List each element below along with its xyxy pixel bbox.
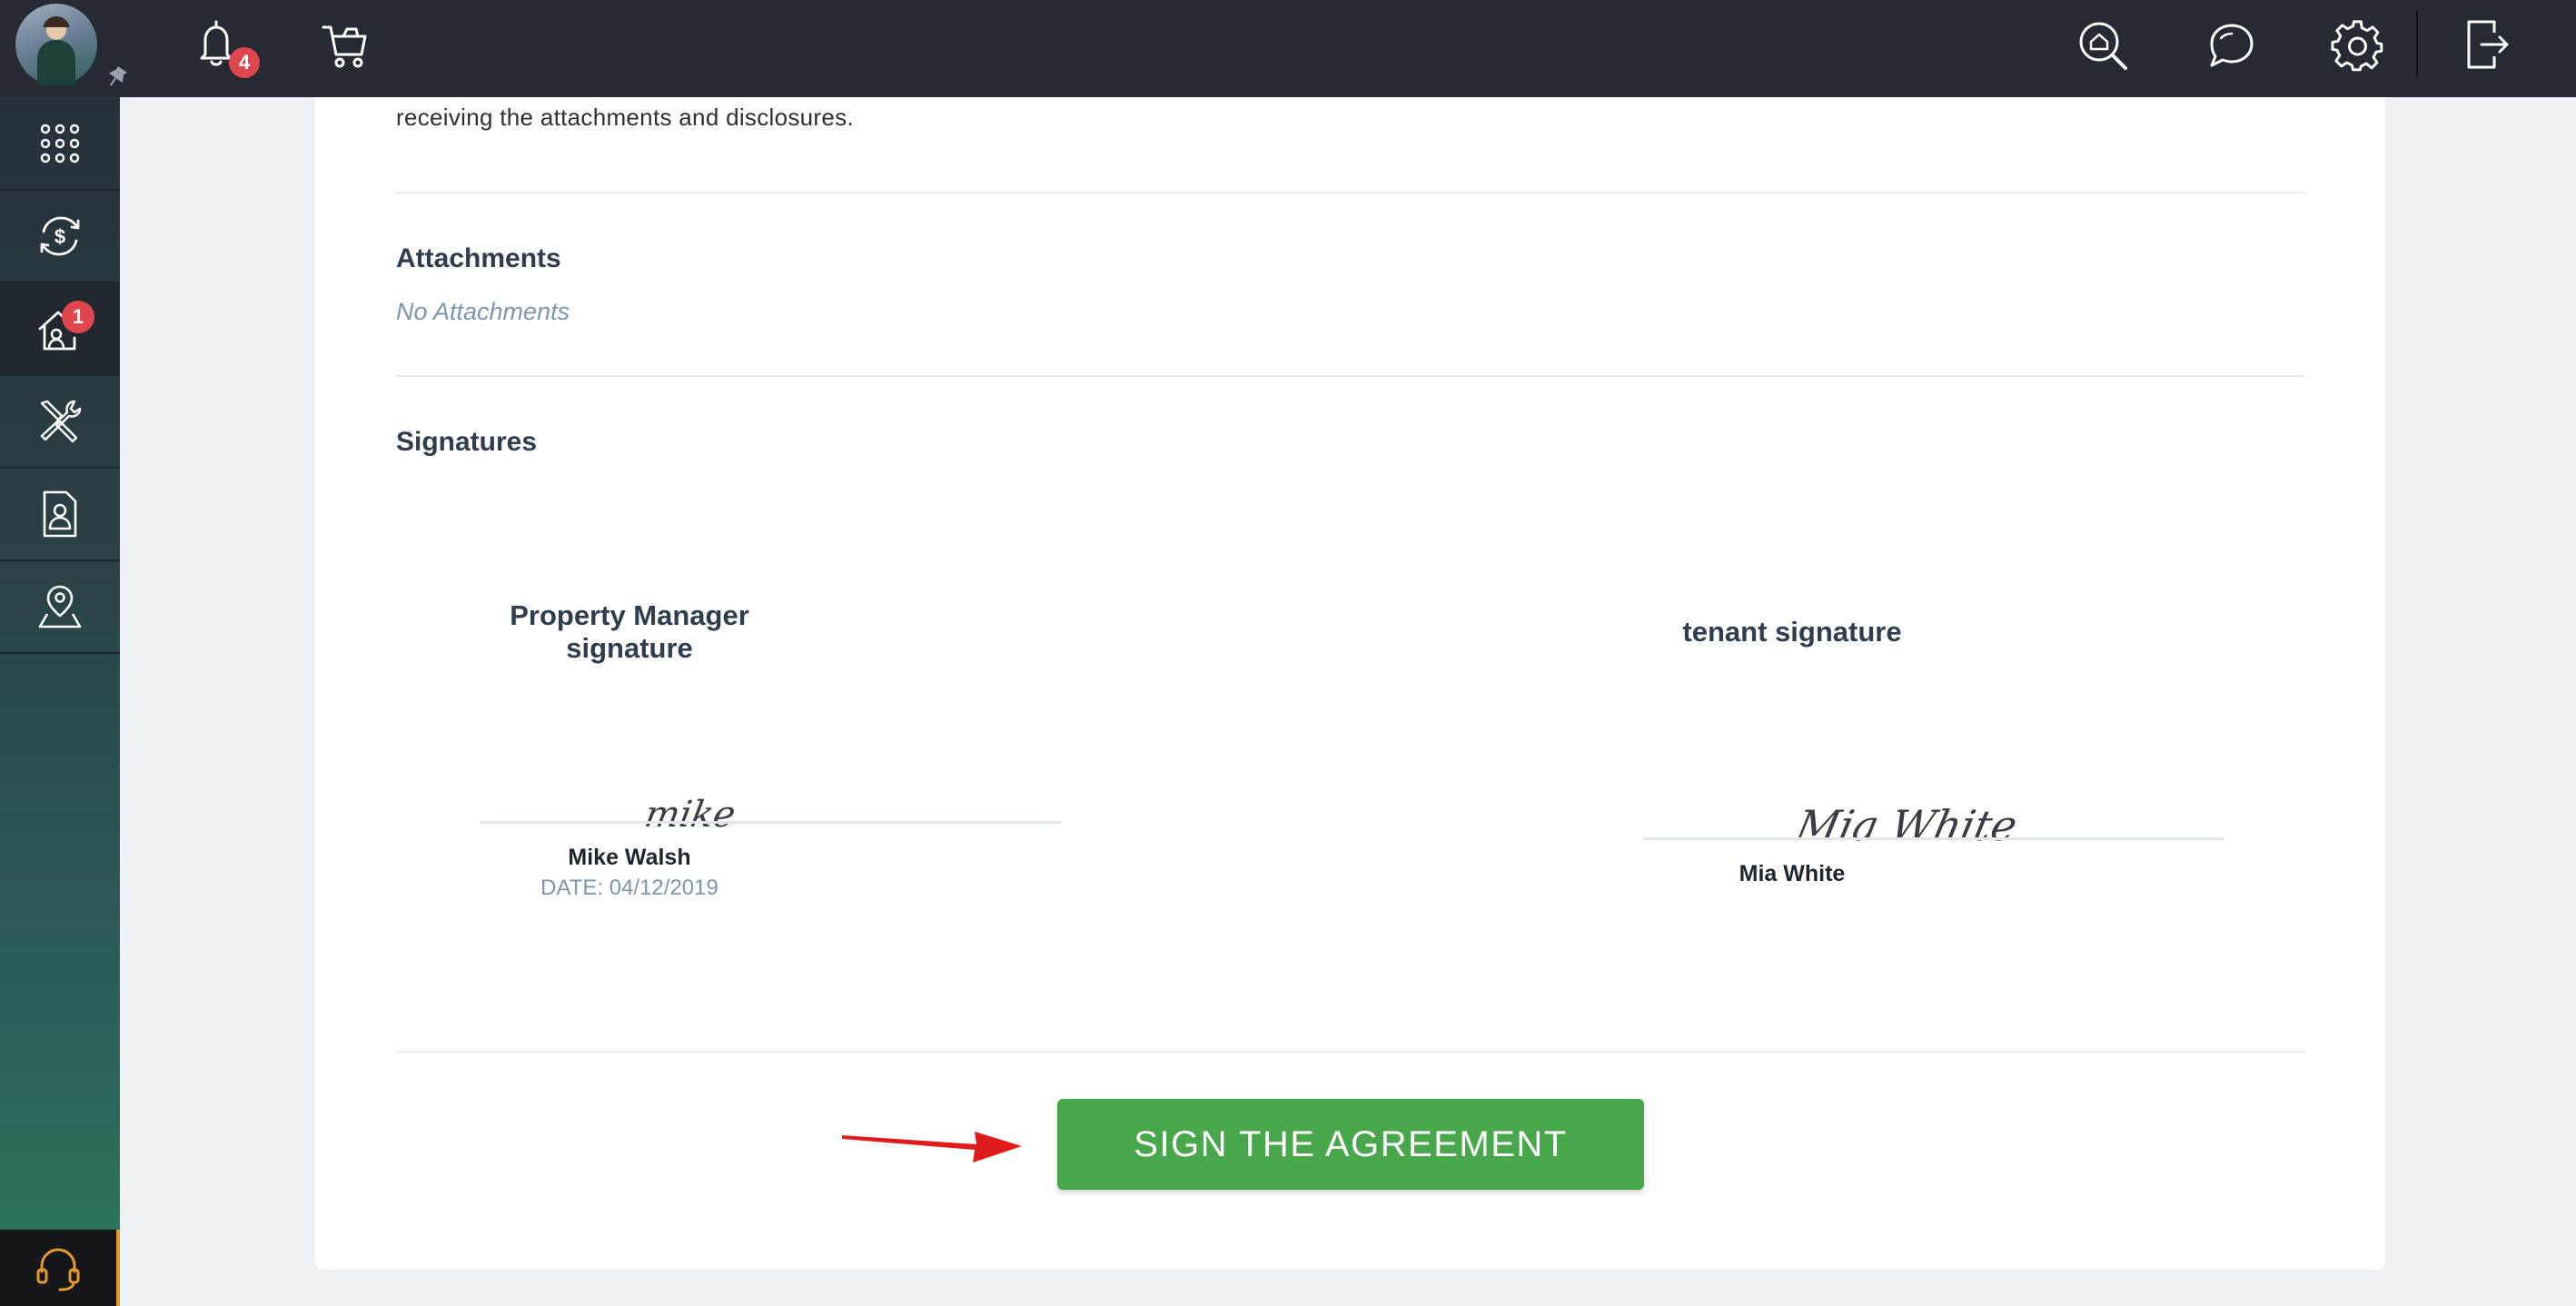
messages-button[interactable] xyxy=(2203,18,2259,74)
manager-signature-line xyxy=(480,821,1061,824)
top-bar: 4 xyxy=(0,0,2576,97)
support-button[interactable] xyxy=(0,1230,120,1306)
chat-icon xyxy=(2210,24,2254,67)
gear-icon xyxy=(2331,20,2383,72)
section-divider xyxy=(396,375,2305,377)
attachments-title: Attachments xyxy=(396,243,561,273)
signatures-title: Signatures xyxy=(396,427,538,457)
no-attachments-text: No Attachments xyxy=(396,298,570,325)
agreement-card: receiving the attachments and disclosure… xyxy=(315,91,2385,1270)
sidebar-item-locations[interactable] xyxy=(0,560,120,654)
tenant-signature-text: Mia White xyxy=(1796,801,2021,849)
sidebar-item-maintenance[interactable] xyxy=(0,375,120,469)
logout-button[interactable] xyxy=(2460,16,2516,73)
notifications-badge: 4 xyxy=(229,47,260,78)
home-search-icon xyxy=(2079,22,2127,70)
sidebar-item-profile[interactable] xyxy=(0,468,120,561)
tenant-profile-icon xyxy=(43,490,77,537)
headset-icon xyxy=(36,1248,80,1291)
sidebar-item-rentals[interactable]: 1 xyxy=(0,282,120,376)
sidebar: $ 1 xyxy=(0,97,120,1306)
apps-grid-icon xyxy=(40,124,80,163)
tenant-signature-title: tenant signature xyxy=(1682,616,1902,648)
manager-signature-title: Property Manager signature xyxy=(510,599,749,664)
user-avatar[interactable] xyxy=(15,4,128,86)
settings-button[interactable] xyxy=(2330,18,2386,74)
tenant-signature-image: Mia White xyxy=(1796,801,2021,849)
cart-button[interactable] xyxy=(320,20,374,74)
svg-text:$: $ xyxy=(54,225,65,248)
payments-icon: $ xyxy=(40,216,80,255)
manager-name: Mike Walsh xyxy=(568,845,691,870)
notifications-button[interactable]: 4 xyxy=(189,16,262,82)
arrow-icon xyxy=(842,1132,1022,1163)
manager-signature-date: DATE: 04/12/2019 xyxy=(540,876,718,900)
sidebar-item-apps[interactable] xyxy=(0,97,120,191)
rentals-badge: 1 xyxy=(62,301,94,333)
location-user-icon xyxy=(38,585,82,628)
tenant-signature-line xyxy=(1643,837,2224,840)
logout-icon xyxy=(2467,20,2509,69)
section-divider xyxy=(396,1051,2305,1053)
manager-signature-image: mike xyxy=(642,793,738,836)
agreement-text: receiving the attachments and disclosure… xyxy=(396,104,854,131)
property-search-button[interactable] xyxy=(2076,18,2130,73)
topbar-divider xyxy=(2416,11,2418,78)
sign-agreement-button[interactable]: SIGN THE AGREEMENT xyxy=(1057,1099,1644,1190)
tenant-name: Mia White xyxy=(1739,861,1846,886)
section-divider xyxy=(396,192,2305,193)
pin-icon[interactable] xyxy=(103,64,130,91)
cart-icon xyxy=(322,25,367,68)
avatar-figure xyxy=(37,40,75,85)
manager-signature-text: mike xyxy=(642,793,738,836)
maintenance-icon xyxy=(40,400,82,442)
sidebar-item-payments[interactable]: $ xyxy=(0,190,120,283)
